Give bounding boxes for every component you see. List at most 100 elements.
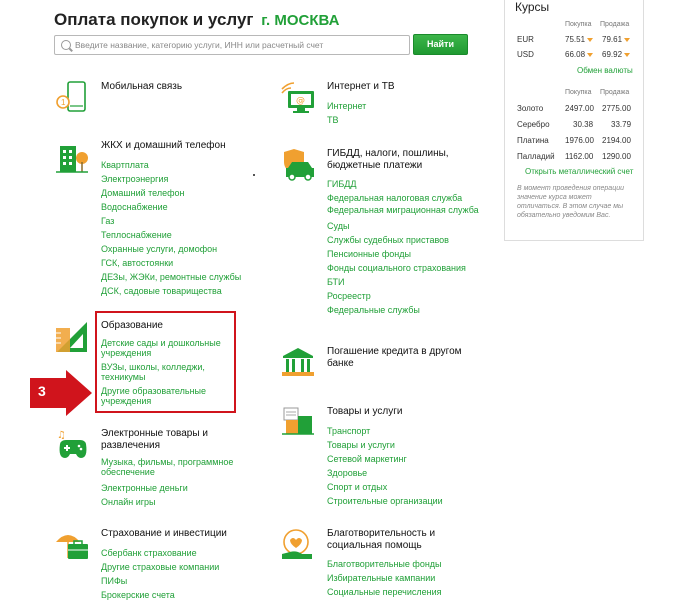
charity-hands-icon	[282, 529, 312, 559]
house-icon	[56, 146, 88, 173]
smartphone-icon: 1	[56, 81, 86, 112]
category-title[interactable]: Товары и услуги	[327, 406, 487, 418]
rate-value: 75.51	[565, 35, 586, 44]
gamepad-icon: ♫	[57, 430, 87, 458]
trend-down-icon	[587, 52, 594, 57]
metal-name: Серебро	[517, 120, 550, 129]
currency-buy: 75.51	[565, 35, 594, 44]
currency-sell: 69.92	[602, 50, 631, 59]
link-item[interactable]: Здоровье	[327, 466, 487, 480]
metal-buy: 1162.00	[565, 152, 594, 161]
category-title[interactable]: ЖКХ и домашний телефон	[101, 140, 261, 152]
category-title[interactable]: ГИБДД, налоги, пошлины, бюджетные платеж…	[327, 148, 487, 172]
rate-value: 66.08	[565, 50, 586, 59]
category-title[interactable]: Мобильная связь	[101, 81, 261, 93]
currency-name: USD	[517, 50, 534, 59]
svg-text:@: @	[296, 96, 305, 106]
link-item[interactable]: Сетевой маркетинг	[327, 452, 487, 466]
ruler-triangle-icon	[56, 322, 87, 352]
trend-down-icon	[624, 52, 631, 57]
link-item[interactable]: Федеральная миграционная служба	[327, 205, 487, 215]
category-title[interactable]: Погашение кредита в другом банке	[327, 346, 487, 370]
category-links: Квартплата Электроэнергия Домашний телеф…	[101, 158, 261, 298]
metal-name: Платина	[517, 136, 549, 145]
monitor-wifi-icon: @	[281, 82, 314, 113]
rates-disclaimer: В момент проведения операции значение ку…	[517, 185, 624, 219]
metal-account-link[interactable]: Открыть металлический счет	[525, 167, 633, 176]
link-item[interactable]: Электронные деньги	[101, 481, 261, 495]
link-item[interactable]: Музыка, фильмы, программное обеспечение	[101, 457, 261, 477]
link-item[interactable]: Брокерские счета	[101, 588, 261, 602]
link-item[interactable]: ДЕЗы, ЖЭКи, ремонтные службы	[101, 270, 261, 284]
link-item[interactable]: Федеральные службы	[327, 303, 487, 317]
link-item[interactable]: БТИ	[327, 275, 487, 289]
link-item[interactable]: Транспорт	[327, 424, 487, 438]
link-item[interactable]: Росреестр	[327, 289, 487, 303]
link-item[interactable]: Службы судебных приставов	[327, 233, 487, 247]
step-number: 3	[38, 383, 46, 399]
link-item[interactable]: ДСК, садовые товарищества	[101, 284, 261, 298]
link-item[interactable]: Водоснабжение	[101, 200, 261, 214]
metal-sell: 1290.00	[602, 152, 631, 161]
metal-sell: 33.79	[611, 120, 632, 129]
link-item[interactable]: Пенсионные фонды	[327, 247, 487, 261]
link-item[interactable]: Квартплата	[101, 158, 261, 172]
metal-buy: 2497.00	[565, 104, 594, 113]
metal-name: Палладий	[517, 152, 555, 161]
category-title[interactable]: Благотворительность и социальная помощь	[327, 528, 487, 552]
svg-text:♫: ♫	[57, 430, 66, 441]
link-item[interactable]: Электроэнергия	[101, 172, 261, 186]
search-input[interactable]	[75, 36, 405, 54]
link-item[interactable]: Спорт и отдых	[327, 480, 487, 494]
link-item[interactable]: Интернет	[327, 99, 487, 113]
rate-value: 79.61	[602, 35, 623, 44]
link-item[interactable]: Благотворительные фонды	[327, 557, 487, 571]
link-item[interactable]: ТВ	[327, 113, 487, 127]
link-item[interactable]: ГСК, автостоянки	[101, 256, 261, 270]
link-item[interactable]: ГИБДД	[327, 177, 487, 191]
link-item[interactable]: Товары и услуги	[327, 438, 487, 452]
category-title[interactable]: Электронные товары и развлечения	[101, 428, 261, 452]
link-item[interactable]: Другие страховые компании	[101, 560, 261, 574]
category-title[interactable]: Интернет и ТВ	[327, 81, 487, 93]
car-shield-icon	[284, 149, 314, 181]
umbrella-icon	[56, 535, 88, 559]
category-links: Благотворительные фонды Избирательные ка…	[327, 557, 487, 599]
rates-panel: Курсы Покупка Продажа EUR 75.51 79.61 US…	[504, 0, 644, 241]
link-item[interactable]: Сбербанк страхование	[101, 546, 261, 560]
metal-sell: 2775.00	[602, 104, 631, 113]
category-links: ГИБДД Федеральная налоговая служба Федер…	[327, 177, 487, 317]
link-item[interactable]: Теплоснабжение	[101, 228, 261, 242]
shopping-cart-icon	[282, 407, 314, 435]
svg-text:1: 1	[61, 98, 66, 107]
city-selector[interactable]: г. МОСКВА	[261, 12, 339, 29]
metal-sell: 2194.00	[602, 136, 631, 145]
col-buy-header: Покупка	[565, 21, 592, 28]
link-item[interactable]: Федеральная налоговая служба	[327, 191, 487, 205]
metal-name: Золото	[517, 104, 544, 113]
find-button[interactable]: Найти	[413, 34, 468, 55]
link-item[interactable]: Газ	[101, 214, 261, 228]
link-item[interactable]: Охранные услуги, домофон	[101, 242, 261, 256]
category-title[interactable]: Страхование и инвестиции	[101, 528, 261, 540]
link-item[interactable]: Социальные перечисления	[327, 585, 487, 599]
rate-value: 69.92	[602, 50, 623, 59]
link-item[interactable]: Строительные организации	[327, 494, 487, 508]
stray-dot	[253, 174, 255, 176]
link-item[interactable]: Избирательные кампании	[327, 571, 487, 585]
category-links: Транспорт Товары и услуги Сетевой маркет…	[327, 424, 487, 508]
education-highlight-frame	[95, 311, 236, 413]
link-item[interactable]: Фонды социального страхования	[327, 261, 487, 275]
link-item[interactable]: Онлайн игры	[101, 495, 261, 509]
link-item[interactable]: Суды	[327, 219, 487, 233]
category-links: Музыка, фильмы, программное обеспечение …	[101, 457, 261, 509]
page-title-text: Оплата покупок и услуг	[54, 10, 254, 29]
search-icon	[61, 40, 71, 50]
trend-down-icon	[624, 37, 631, 42]
link-item[interactable]: ПИФы	[101, 574, 261, 588]
currency-exchange-link[interactable]: Обмен валюты	[577, 66, 633, 75]
trend-down-icon	[587, 37, 594, 42]
link-item[interactable]: Домашний телефон	[101, 186, 261, 200]
currency-sell: 79.61	[602, 35, 631, 44]
search-box[interactable]	[54, 35, 410, 55]
